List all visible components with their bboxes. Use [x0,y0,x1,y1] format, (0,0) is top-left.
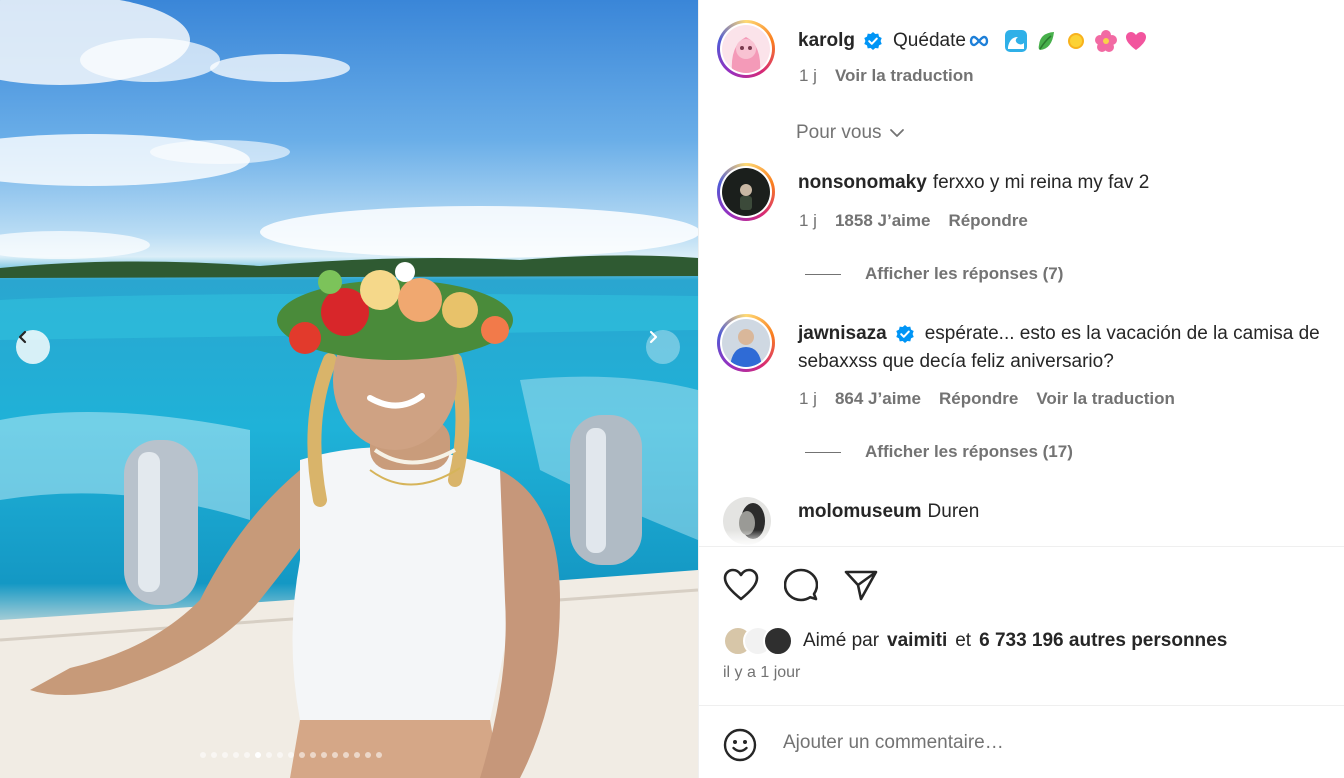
comment-3-username[interactable]: molomuseum [798,501,922,523]
liker-avatar [763,626,793,656]
carousel-dot [222,752,228,758]
heart-icon [1125,32,1146,50]
comment-1-replies-label: Afficher les réponses (7) [865,264,1064,283]
heart-outline-icon [723,568,759,601]
comment-1-body: nonsonomaky ferxxo y mi reina my fav 2 [798,172,1149,194]
comment-button[interactable] [783,568,819,607]
likes-others-link[interactable]: 6 733 196 autres personnes [979,630,1227,652]
comment-2-likes[interactable]: 864 J’aime [835,389,921,409]
share-button[interactable] [844,569,878,606]
chevron-left-icon [18,330,27,344]
replies-divider [805,273,841,275]
comment-1-reply-button[interactable]: Répondre [948,211,1027,231]
comment-bubble-icon [783,568,819,602]
carousel-dot [233,752,239,758]
comment-sort-dropdown[interactable]: Pour vous [796,122,906,144]
karolg-avatar[interactable] [717,20,775,78]
hibiscus-icon [1094,30,1117,52]
comment-1-text: ferxxo y mi reina my fav 2 [932,172,1150,193]
sort-label: Pour vous [796,122,882,143]
carousel-next-button[interactable] [646,330,680,364]
likes-summary: Aimé par vaimiti et 6 733 196 autres per… [723,626,1227,656]
comment-2-body-continued: sebaxxss que decía feliz aniversario? [798,351,1114,373]
comment-2-body: jawnisaza espérate... esto es la vacació… [798,323,1320,345]
carousel-prev-button[interactable] [16,330,50,364]
nonsonomaky-avatar[interactable] [717,163,775,221]
photo-illustration [0,0,698,778]
avatar-image [722,319,770,367]
chevron-down-icon [889,129,904,137]
carousel-dot [244,752,250,758]
comments-scroll-fade [699,530,1344,546]
avatar-image [722,168,770,216]
jawnisaza-avatar[interactable] [717,314,775,372]
liked-by-avatars [723,626,793,656]
comment-input[interactable] [783,732,1263,754]
comment-2-meta: 1 j 864 J’aime Répondre Voir la traducti… [799,389,1175,409]
comment-2-translate-link[interactable]: Voir la traduction [1036,389,1175,409]
carousel-dot [376,752,382,758]
carousel-dot [277,752,283,758]
carousel-dot [200,752,206,758]
post-photo[interactable] [0,0,698,778]
comment-2-text-line-1: espérate... esto es la vacación de la ca… [924,323,1320,344]
comment-2-time: 1 j [799,389,817,408]
comment-2-username[interactable]: jawnisaza [798,323,887,345]
carousel-dot [299,752,305,758]
infinity-icon [969,35,989,47]
post-time: il y a 1 jour [723,664,801,681]
carousel-indicator [200,752,382,758]
comment-2-reply-button[interactable]: Répondre [939,389,1018,409]
comment-1-time: 1 j [799,211,817,230]
caption-translate-link[interactable]: Voir la traduction [835,66,974,86]
caption-text: Quédate [893,30,966,51]
caption-username[interactable]: karolg [798,30,855,52]
chevron-right-icon [649,330,658,344]
likes-prefix: Aimé par [803,630,880,651]
caption-meta: 1 j Voir la traduction [799,66,974,86]
carousel-dot [288,752,294,758]
emoji-button[interactable] [723,728,757,767]
emoji-smile-icon [723,728,757,762]
avatar-image [722,25,770,73]
caption-time: 1 j [799,66,817,85]
wave-icon [1004,30,1027,52]
comment-1-show-replies[interactable]: Afficher les réponses (7) [805,264,1063,284]
replies-divider [805,451,841,453]
verified-badge-icon [864,32,882,50]
comment-2-replies-label: Afficher les réponses (17) [865,442,1073,461]
comment-2-show-replies[interactable]: Afficher les réponses (17) [805,442,1073,462]
carousel-dot [321,752,327,758]
comment-3-body: molomuseum Duren [798,501,979,523]
verified-badge-icon [896,325,914,343]
post-side-panel: karolg Quédate 1 j Voir la traduction Po… [698,0,1344,778]
paper-plane-icon [844,570,878,601]
comment-box-divider [699,705,1344,706]
likes-user-link[interactable]: vaimiti [887,630,947,652]
carousel-dot [211,752,217,758]
comment-1-meta: 1 j 1858 J’aime Répondre [799,211,1028,231]
comment-3-text: Duren [927,501,980,522]
carousel-dot [255,752,261,758]
likes-joiner: et [955,630,972,651]
leaf-icon [1038,32,1054,50]
comment-2-text-line-2: sebaxxss que decía feliz aniversario? [798,351,1114,372]
like-button[interactable] [723,568,759,607]
actions-divider [699,546,1344,547]
carousel-dot [343,752,349,758]
sun-icon [1067,33,1084,49]
comment-1-username[interactable]: nonsonomaky [798,172,927,194]
carousel-dot [266,752,272,758]
carousel-dot [332,752,338,758]
carousel-dot [310,752,316,758]
comment-1-likes[interactable]: 1858 J’aime [835,211,930,231]
carousel-dot [365,752,371,758]
caption-line: karolg Quédate [798,29,1148,53]
carousel-dot [354,752,360,758]
